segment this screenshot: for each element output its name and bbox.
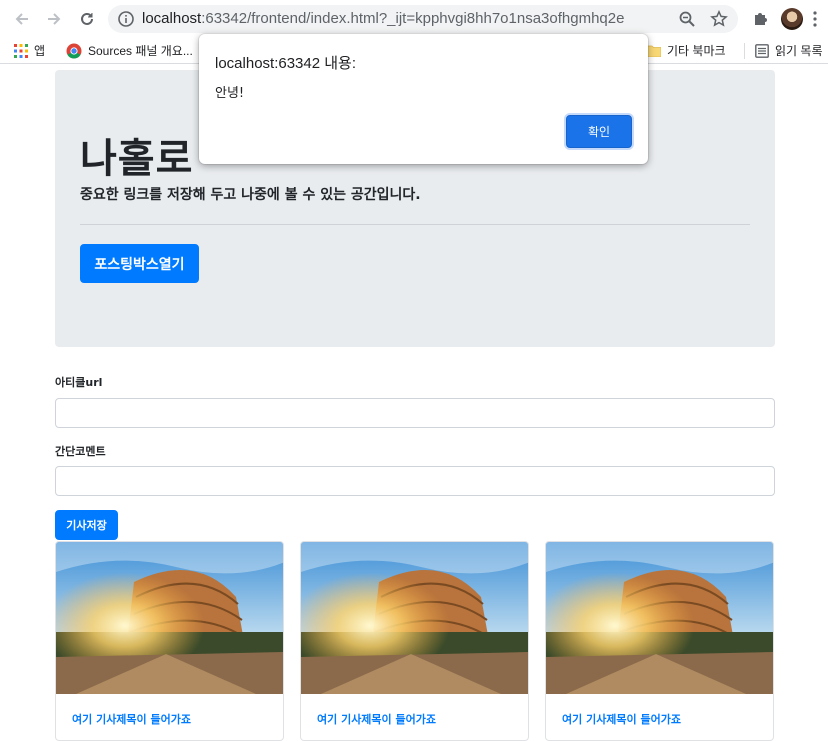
- arrow-left-icon: [15, 13, 28, 25]
- dialog-title: localhost:63342 내용:: [215, 55, 357, 72]
- bookmark-other[interactable]: 기타 북마크: [647, 42, 726, 59]
- article-card[interactable]: 여기 기사제목이 들어가죠: [545, 541, 774, 741]
- bookmark-apps-label: 앱: [34, 44, 46, 58]
- back-button[interactable]: [10, 7, 34, 31]
- card-image: [301, 542, 528, 694]
- comment-label: 간단코멘트: [55, 445, 106, 458]
- folder-icon: [647, 45, 661, 57]
- reload-icon: [81, 12, 93, 25]
- article-card[interactable]: 여기 기사제목이 들어가죠: [300, 541, 529, 741]
- url-host: localhost: [142, 10, 202, 27]
- bookmark-apps[interactable]: 앱: [14, 42, 45, 59]
- dialog-ok-button[interactable]: 확인: [566, 115, 632, 148]
- browser-toolbar: localhost:63342/frontend/index.html?_ijt…: [0, 0, 828, 38]
- divider: [80, 224, 750, 225]
- card-title[interactable]: 여기 기사제목이 들어가죠: [72, 711, 191, 727]
- forward-button[interactable]: [42, 7, 66, 31]
- article-url-label: 아티클url: [55, 376, 103, 389]
- profile-avatar[interactable]: [781, 8, 803, 30]
- reading-list-icon: [755, 43, 769, 58]
- bookmark-reading-label: 읽기 목록: [775, 44, 823, 58]
- bookmark-sources-label: Sources 패널 개요...: [88, 44, 193, 58]
- zoom-icon[interactable]: [678, 10, 696, 28]
- reload-button[interactable]: [75, 7, 99, 31]
- apps-grid-icon: [14, 43, 28, 58]
- article-card[interactable]: 여기 기사제목이 들어가죠: [55, 541, 284, 741]
- info-icon[interactable]: [118, 11, 134, 31]
- chrome-icon: [66, 43, 82, 59]
- address-bar[interactable]: localhost:63342/frontend/index.html?_ijt…: [108, 5, 738, 33]
- article-url-input[interactable]: [55, 398, 775, 428]
- bookmark-sources[interactable]: Sources 패널 개요...: [66, 42, 193, 59]
- save-article-button[interactable]: 기사저장: [55, 510, 118, 540]
- dialog-message: 안녕!: [215, 86, 245, 101]
- arrow-right-icon: [48, 13, 61, 25]
- bookmark-separator: [744, 43, 745, 59]
- card-image: [56, 542, 283, 694]
- url-text[interactable]: localhost:63342/frontend/index.html?_ijt…: [142, 10, 624, 27]
- menu-icon[interactable]: [812, 11, 818, 31]
- card-image: [546, 542, 773, 694]
- card-title[interactable]: 여기 기사제목이 들어가죠: [562, 711, 681, 727]
- star-icon[interactable]: [710, 9, 728, 28]
- comment-input[interactable]: [55, 466, 775, 496]
- bookmark-other-label: 기타 북마크: [667, 44, 726, 58]
- page-title: 나홀로: [80, 136, 194, 182]
- alert-dialog: localhost:63342 내용: 안녕! 확인: [199, 34, 648, 164]
- extensions-icon[interactable]: [752, 9, 770, 31]
- open-posting-box-button[interactable]: 포스팅박스열기: [80, 244, 199, 283]
- bookmark-reading-list[interactable]: 읽기 목록: [755, 42, 823, 59]
- url-path: :63342/frontend/index.html?_ijt=kpphvgi8…: [201, 10, 625, 27]
- card-title[interactable]: 여기 기사제목이 들어가죠: [317, 711, 436, 727]
- lead-text: 중요한 링크를 저장해 두고 나중에 볼 수 있는 공간입니다.: [80, 187, 421, 203]
